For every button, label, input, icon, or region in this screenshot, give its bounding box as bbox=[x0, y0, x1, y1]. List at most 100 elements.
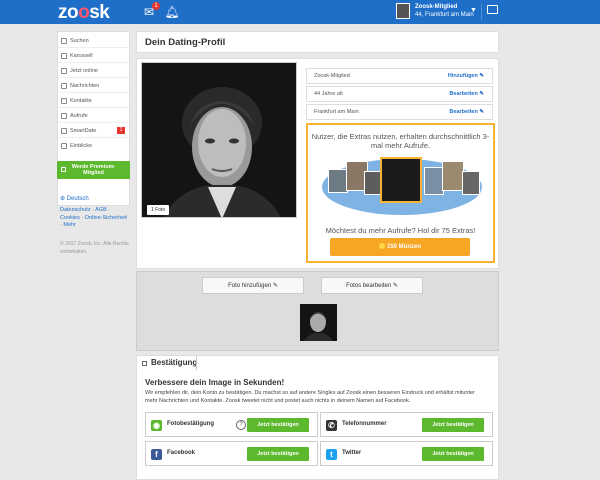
divider bbox=[481, 4, 482, 20]
sidebar-item-jetzt-online[interactable]: Jetzt online bbox=[58, 64, 129, 78]
thumb-photo bbox=[462, 171, 480, 195]
sidebar-item-label: Aufrufe bbox=[70, 113, 88, 119]
premium-button[interactable]: Werde Premium-Mitglied bbox=[57, 161, 130, 179]
verification-tab[interactable]: Bestätigung bbox=[151, 358, 197, 367]
pencil-icon: ✎ bbox=[392, 283, 398, 289]
coins-button-label: 150 Münzen bbox=[386, 244, 421, 250]
verification-text: Wir empfehlen dir, dein Konto zu bestäti… bbox=[145, 390, 475, 404]
verify-twitter-row: t Twitter Jetzt bestätigen bbox=[320, 441, 493, 466]
insights-icon bbox=[61, 143, 67, 149]
coins-button[interactable]: 150 Münzen bbox=[330, 238, 470, 256]
page-title-bar: Dein Dating-Profil bbox=[136, 31, 499, 53]
footer-links[interactable]: Datenschutz · AGB · Cookies · Online-Sic… bbox=[60, 207, 130, 230]
chevron-down-icon: ▼ bbox=[470, 7, 477, 14]
edit-link[interactable]: Bearbeiten ✎ bbox=[449, 91, 484, 97]
verification-headline: Verbessere dein Image in Sekunden! bbox=[145, 378, 285, 387]
thumb-photo bbox=[328, 169, 348, 193]
promo-headline: Nutzer, die Extras nutzen, erhalten durc… bbox=[311, 132, 490, 150]
verify-label: Facebook bbox=[167, 450, 196, 456]
avatar bbox=[396, 3, 410, 19]
user-location: 44, Frankfurt am Main bbox=[415, 12, 474, 18]
notification-badge: 1 bbox=[152, 2, 160, 10]
chat-icon[interactable] bbox=[487, 5, 498, 14]
sidebar-item-label: Karussell bbox=[70, 53, 93, 59]
gift-icon[interactable]: ✉ 1 bbox=[141, 2, 160, 20]
user-menu[interactable]: Zoosk-Mitglied 44, Frankfurt am Main ▼ bbox=[396, 2, 480, 22]
verify-facebook-button[interactable]: Jetzt bestätigen bbox=[247, 447, 309, 461]
sidebar-item-aufrufe[interactable]: Aufrufe bbox=[58, 109, 129, 123]
pencil-icon: ✎ bbox=[479, 109, 484, 115]
verify-label: Telefonnummer bbox=[342, 421, 387, 427]
user-name: Zoosk-Mitglied bbox=[415, 4, 458, 10]
premium-label: Werde Premium-Mitglied bbox=[71, 164, 116, 176]
lock-icon bbox=[61, 167, 66, 172]
views-icon bbox=[61, 113, 67, 119]
edit-photos-label: Fotos bearbeiten bbox=[346, 283, 392, 289]
language-selector[interactable]: ⊕ Deutsch bbox=[60, 195, 89, 202]
sidebar-item-kontakte[interactable]: Kontakte bbox=[58, 94, 129, 108]
coin-icon bbox=[378, 243, 385, 249]
add-link[interactable]: Hinzufügen ✎ bbox=[448, 73, 484, 79]
info-row-name: Zoosk-Mitglied Hinzufügen ✎ bbox=[306, 68, 493, 84]
sidebar-item-label: Jetzt online bbox=[70, 68, 98, 74]
search-icon bbox=[61, 38, 67, 44]
info-label: Frankfurt am Main bbox=[314, 109, 359, 115]
photo-thumbnail[interactable] bbox=[300, 304, 337, 341]
edit-link[interactable]: Bearbeiten ✎ bbox=[449, 109, 484, 115]
sidebar-item-einblicke[interactable]: Einblicke bbox=[58, 139, 129, 153]
messages-icon bbox=[61, 83, 67, 89]
thumb-photo bbox=[424, 167, 444, 195]
verify-photo-row: ◉ Fotobestätigung ? Jetzt bestätigen bbox=[145, 412, 318, 437]
pencil-icon: ✎ bbox=[479, 91, 484, 97]
help-icon[interactable]: ? bbox=[236, 420, 246, 430]
edit-photos-button[interactable]: Fotos bearbeiten ✎ bbox=[321, 277, 423, 294]
info-row-location: Frankfurt am Main Bearbeiten ✎ bbox=[306, 104, 493, 120]
extras-promo: Nutzer, die Extras nutzen, erhalten durc… bbox=[306, 123, 495, 263]
verify-phone-row: ✆ Telefonnummer Jetzt bestätigen bbox=[320, 412, 493, 437]
action-label: Bearbeiten bbox=[449, 91, 478, 97]
zoosk-logo[interactable]: zoosk bbox=[58, 2, 110, 24]
twitter-icon: t bbox=[326, 449, 337, 460]
promo-photo-collage bbox=[320, 157, 485, 219]
sidebar-item-label: Suchen bbox=[70, 38, 89, 44]
contacts-icon bbox=[61, 98, 67, 104]
verify-photo-button[interactable]: Jetzt bestätigen bbox=[247, 418, 309, 432]
sidebar-item-label: Kontakte bbox=[70, 98, 92, 104]
pencil-icon: ✎ bbox=[272, 283, 278, 289]
info-label: Zoosk-Mitglied bbox=[314, 73, 350, 79]
bell-icon[interactable]: 🔔︎ bbox=[164, 4, 180, 20]
add-photo-button[interactable]: Foto hinzufügen ✎ bbox=[202, 277, 304, 294]
online-icon bbox=[61, 68, 67, 74]
verify-label: Fotobestätigung bbox=[167, 421, 214, 427]
action-label: Bearbeiten bbox=[449, 109, 478, 115]
smartdate-badge: 1 bbox=[117, 127, 125, 134]
camera-icon: ◉ bbox=[151, 420, 162, 431]
sidebar-item-smartdate[interactable]: SmartDate 1 bbox=[58, 124, 129, 138]
copyright: © 2017 Zoosk, Inc. Alle Rechte vorbehalt… bbox=[60, 241, 129, 255]
phone-icon: ✆ bbox=[326, 420, 337, 431]
info-label: 44 Jahre alt bbox=[314, 91, 343, 97]
verify-label: Twitter bbox=[342, 450, 362, 456]
verify-twitter-button[interactable]: Jetzt bestätigen bbox=[422, 447, 484, 461]
thumb-photo-featured bbox=[380, 157, 422, 203]
sidebar-item-karussell[interactable]: Karussell bbox=[58, 49, 129, 63]
sidebar-item-nachrichten[interactable]: Nachrichten bbox=[58, 79, 129, 93]
verify-facebook-row: f Facebook Jetzt bestätigen bbox=[145, 441, 318, 466]
facebook-icon: f bbox=[151, 449, 162, 460]
language-label: Deutsch bbox=[66, 196, 89, 202]
action-label: Hinzufügen bbox=[447, 73, 478, 79]
thumb-photo bbox=[442, 161, 464, 191]
thumbnail-image bbox=[300, 304, 337, 341]
sidebar: Suchen Karussell Jetzt online Nachrichte… bbox=[57, 31, 130, 206]
smartdate-icon bbox=[61, 128, 67, 134]
shield-icon bbox=[142, 361, 147, 366]
sidebar-item-label: SmartDate bbox=[70, 128, 97, 134]
promo-question: Möchtest du mehr Aufrufe? Hol dir 75 Ext… bbox=[325, 226, 476, 235]
profile-photo[interactable] bbox=[141, 62, 297, 218]
sidebar-item-suchen[interactable]: Suchen bbox=[58, 34, 129, 48]
photo-count-badge[interactable]: 1 Foto bbox=[147, 205, 170, 215]
sidebar-item-label: Einblicke bbox=[70, 143, 93, 149]
tab-divider bbox=[196, 356, 197, 370]
verify-phone-button[interactable]: Jetzt bestätigen bbox=[422, 418, 484, 432]
sidebar-item-label: Nachrichten bbox=[70, 83, 100, 89]
